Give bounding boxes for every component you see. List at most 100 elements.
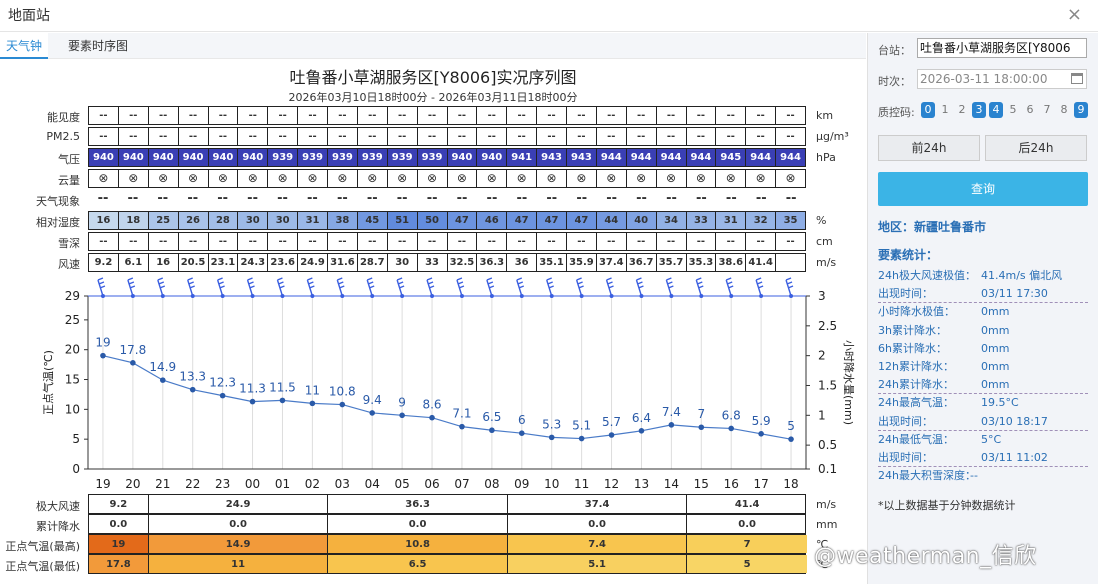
temperature-label: 12.3 [209,376,236,390]
temperature-label: 19 [95,336,110,350]
row-cell: 51 [386,211,417,230]
stat-key: 24h极大风速极值： [878,269,976,282]
row-cell: 940 [147,148,178,167]
x-tick-label: 08 [484,477,499,491]
row-cell: -- [416,106,447,125]
tab-weather-clock[interactable]: 天气钟 [0,33,49,59]
temperature-label: 5.3 [542,417,561,431]
row-cell: ⊗ [117,169,148,188]
stat-key: 24h累计降水： [878,378,954,392]
temperature-point [429,414,435,421]
temperature-label: 10.8 [329,385,356,399]
row-cell: ⊗ [207,169,238,188]
x-tick-label: 04 [365,477,380,491]
wind-barb-icon [575,277,584,297]
row-cell: -- [506,232,537,251]
qc-code[interactable]: 3 [972,102,986,118]
row-cell: 31.6 [327,253,357,272]
x-tick-label: 02 [305,477,320,491]
station-input[interactable]: 吐鲁番小草湖服务区[Y8006 [917,38,1087,58]
row-unit: % [816,214,827,227]
qc-code[interactable]: 5 [1006,102,1020,118]
qc-code[interactable]: 2 [955,102,969,118]
row-cell: 945 [715,148,746,167]
prev-24h-button[interactable]: 前24h [878,135,980,161]
wind-barb-icon [516,277,525,297]
wind-barb-icon [755,277,764,297]
time-label: 时次： [878,75,911,88]
next-24h-button[interactable]: 后24h [985,135,1087,161]
row-cell: 940 [117,148,148,167]
qc-code[interactable]: 9 [1074,102,1088,118]
row-label: 气压 [58,153,80,166]
row-cell: -- [237,106,268,125]
row-cell: ⊗ [566,169,596,188]
temperature-point [219,392,226,399]
row-cells: -- -- -- -- -- -- -- -- -- -- -- -- -- -- -- -- -- -- -- --… [88,106,806,125]
qc-code[interactable]: 8 [1057,102,1071,118]
stat-value: 0mm [981,360,1010,373]
wind-barb-dot [549,294,554,298]
wind-barb-icon [187,277,195,297]
row-cell: -- [327,232,357,251]
qc-code[interactable]: 6 [1023,102,1037,118]
row-cell: 34 [655,211,686,230]
summary-row: 17.8 11 6.5 5.1 5 [88,554,807,574]
row-cell: -- [97,191,109,206]
row-cell: -- [127,191,139,206]
stat-value: -- [970,469,978,483]
station-label: 台站： [878,44,911,57]
wind-barb-dot [459,294,464,298]
row-cell: ⊗ [595,169,626,188]
y-axis-title: 正点气温(℃) [41,350,55,415]
row-cell: -- [745,232,776,251]
temperature-point [788,436,794,442]
y-tick-label: 15 [65,373,80,387]
row-cell: -- [576,191,588,206]
wind-barb-dot [400,294,405,298]
stat-key: 6h累计降水： [878,341,947,355]
qc-code[interactable]: 1 [938,102,952,118]
row-cell: 47 [446,211,477,230]
qc-code[interactable]: 7 [1040,102,1054,118]
row-cell: -- [775,106,806,125]
row-label: 云量 [58,174,80,187]
row-cell: 47 [506,211,537,230]
row-cell: 944 [625,148,656,167]
wind-barb-icon [97,277,106,297]
row-cell: -- [177,127,208,146]
wind-barb-icon [306,277,315,297]
summary-cell: 5 [687,555,807,573]
tab-element-series[interactable]: 要素时序图 [62,33,134,59]
x-tick-label: 16 [724,477,739,491]
row-cell: -- [356,232,387,251]
wind-barb-dot [609,294,614,298]
row-cell: -- [386,106,417,125]
wind-barb-icon [486,277,495,297]
row-cell: -- [147,127,178,146]
close-icon[interactable]: × [1067,4,1082,25]
summary-cell: 6.5 [328,555,508,573]
row-unit: hPa [816,151,836,164]
time-input[interactable]: 2026-03-11 18:00:00 [917,69,1087,89]
stat-row: 24h极大风速极值： 41.4m/s 偏北风 [878,267,1088,285]
query-button[interactable]: 查询 [878,172,1088,206]
wind-barb-icon [246,277,255,297]
x-tick-label: 09 [514,477,529,491]
summary-cell: 41.4 [734,498,760,510]
x-tick-label: 22 [185,477,200,491]
row-cell: -- [267,106,298,125]
row-cell: -- [715,106,746,125]
side-panel: 台站： 吐鲁番小草湖服务区[Y8006 时次： 2026-03-11 18:00… [867,33,1098,584]
row-cell: ⊗ [745,169,776,188]
qc-code[interactable]: 0 [921,102,935,118]
qc-code[interactable]: 4 [989,102,1003,118]
row-cell: 940 [177,148,208,167]
temperature-point [489,427,495,434]
y2-tick-label: 0.5 [818,438,837,452]
wind-barb-dot [190,294,195,298]
wind-barb-icon [336,277,345,297]
row-cell: -- [177,106,208,125]
calendar-icon[interactable] [1071,73,1083,84]
row-cell: 9.2 [88,253,118,272]
